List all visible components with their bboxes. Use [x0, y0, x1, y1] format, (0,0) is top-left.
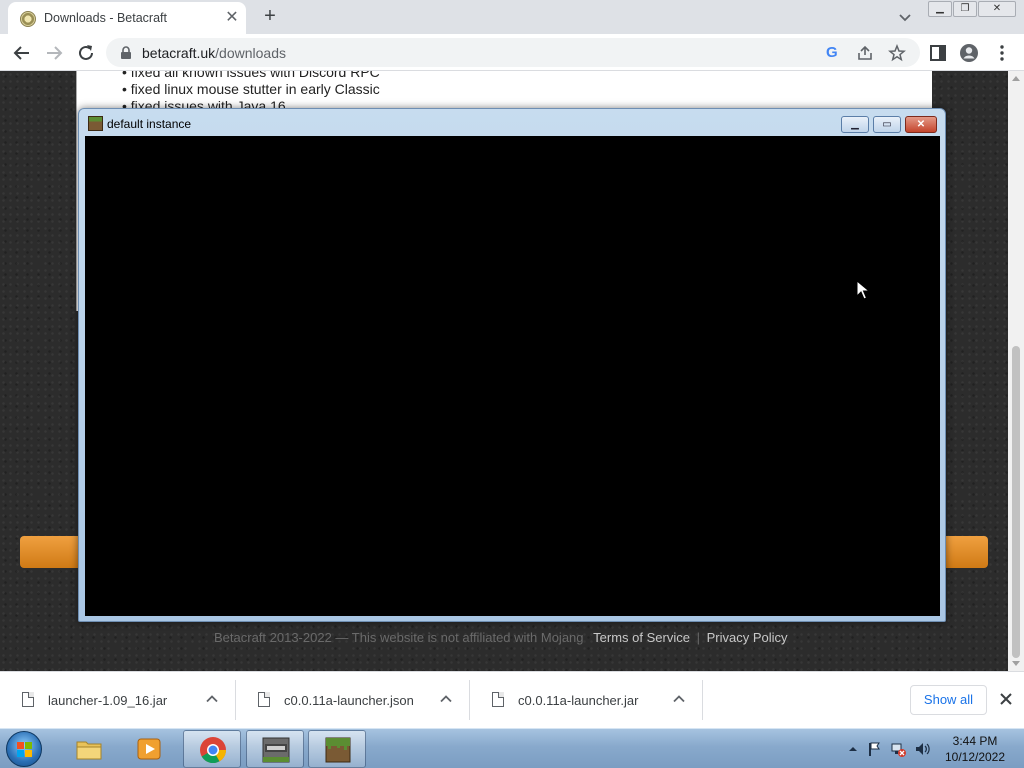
- lock-icon[interactable]: [120, 46, 132, 59]
- taskbar-chrome[interactable]: [183, 730, 241, 768]
- download-item[interactable]: c0.0.11a-launcher.jar: [470, 680, 703, 720]
- volume-icon[interactable]: [914, 741, 930, 757]
- tab-search-icon[interactable]: [896, 8, 914, 26]
- close-window-button[interactable]: ✕: [978, 1, 1016, 17]
- address-bar[interactable]: betacraft.uk/downloads G: [106, 38, 920, 67]
- taskbar-default-instance[interactable]: [308, 730, 366, 768]
- game-window[interactable]: default instance ▁ ▭ ✕: [78, 108, 946, 622]
- game-close-button[interactable]: ✕: [905, 116, 937, 133]
- folder-icon: [76, 741, 102, 760]
- game-minimize-button[interactable]: ▁: [841, 116, 869, 133]
- download-filename: launcher-1.09_16.jar: [48, 693, 168, 708]
- download-item[interactable]: c0.0.11a-launcher.json: [236, 680, 470, 720]
- tab-strip: Downloads - Betacraft ✕ + ▁ ❐ ✕: [0, 0, 1024, 34]
- download-filename: c0.0.11a-launcher.json: [284, 693, 414, 708]
- jar-file-icon: [492, 692, 504, 707]
- changelog-item: • fixed all known issues with Discord RP…: [122, 71, 380, 80]
- share-icon[interactable]: [856, 44, 874, 62]
- scroll-down-arrow-icon[interactable]: [1012, 661, 1020, 666]
- windows-taskbar: 3:44 PM 10/12/2022: [0, 728, 1024, 768]
- chevron-up-icon[interactable]: [439, 692, 453, 706]
- download-filename: c0.0.11a-launcher.jar: [518, 693, 639, 708]
- profile-avatar-icon[interactable]: [958, 42, 980, 64]
- game-window-title: default instance: [107, 117, 192, 131]
- download-item[interactable]: launcher-1.09_16.jar: [0, 680, 236, 720]
- tab-downloads-betacraft[interactable]: Downloads - Betacraft ✕: [8, 2, 246, 34]
- clock-date: 10/12/2022: [944, 750, 1006, 764]
- side-panel-icon[interactable]: [927, 42, 949, 64]
- taskbar-explorer[interactable]: [60, 730, 118, 768]
- browser-toolbar: betacraft.uk/downloads G: [0, 34, 1024, 71]
- footer-separator: |: [696, 630, 700, 645]
- chrome-icon: [200, 737, 227, 764]
- scrollbar-thumb[interactable]: [1012, 346, 1020, 658]
- betacraft-icon: [262, 737, 290, 763]
- show-hidden-icons-icon[interactable]: [845, 741, 861, 757]
- chevron-up-icon[interactable]: [672, 692, 686, 706]
- privacy-policy-link[interactable]: Privacy Policy: [707, 630, 788, 645]
- minimize-window-button[interactable]: ▁: [928, 1, 952, 17]
- footer-copyright: Betacraft 2013-2022 — This website is no…: [214, 630, 584, 645]
- betacraft-favicon-icon: [20, 11, 36, 27]
- game-maximize-button[interactable]: ▭: [873, 116, 901, 133]
- changelog-item: • fixed linux mouse stutter in early Cla…: [122, 81, 380, 97]
- jar-file-icon: [22, 692, 34, 707]
- close-downloads-shelf-icon[interactable]: [997, 690, 1015, 708]
- chrome-menu-icon[interactable]: [991, 42, 1013, 64]
- json-file-icon: [258, 692, 270, 707]
- action-center-flag-icon[interactable]: [866, 741, 882, 757]
- page-scrollbar[interactable]: [1008, 71, 1024, 671]
- clock-time: 3:44 PM: [952, 734, 998, 748]
- url-path: /downloads: [215, 45, 286, 61]
- tab-close-icon[interactable]: ✕: [222, 8, 242, 28]
- back-arrow-icon[interactable]: [11, 42, 33, 64]
- forward-arrow-icon[interactable]: [43, 42, 65, 64]
- chevron-up-icon[interactable]: [205, 692, 219, 706]
- google-lens-icon[interactable]: G: [826, 44, 838, 61]
- scroll-up-arrow-icon[interactable]: [1012, 76, 1020, 81]
- downloads-shelf: launcher-1.09_16.jar c0.0.11a-launcher.j…: [0, 671, 1024, 728]
- url-host: betacraft.uk: [142, 45, 216, 61]
- grass-block-icon: [325, 737, 351, 763]
- tab-title: Downloads - Betacraft: [44, 11, 167, 25]
- windows-logo-icon: [17, 742, 32, 757]
- network-disconnected-icon[interactable]: [890, 741, 906, 757]
- restore-window-button[interactable]: ❐: [953, 1, 977, 17]
- game-canvas[interactable]: [85, 136, 940, 616]
- start-button[interactable]: [6, 731, 42, 767]
- system-clock[interactable]: 3:44 PM 10/12/2022: [940, 733, 1010, 765]
- bookmark-star-icon[interactable]: [888, 44, 906, 62]
- grass-block-icon: [88, 116, 103, 131]
- show-all-downloads-button[interactable]: Show all: [910, 685, 987, 715]
- taskbar-media-player[interactable]: [120, 730, 178, 768]
- media-player-icon: [137, 738, 161, 760]
- taskbar-betacraft-launcher[interactable]: [246, 730, 304, 768]
- page-footer: Betacraft 2013-2022 — This website is no…: [214, 630, 788, 645]
- reload-icon[interactable]: [75, 42, 97, 64]
- mouse-cursor-icon: [856, 280, 870, 300]
- new-tab-button[interactable]: +: [258, 5, 282, 29]
- url-text[interactable]: betacraft.uk/downloads: [142, 45, 286, 61]
- terms-of-service-link[interactable]: Terms of Service: [593, 630, 690, 645]
